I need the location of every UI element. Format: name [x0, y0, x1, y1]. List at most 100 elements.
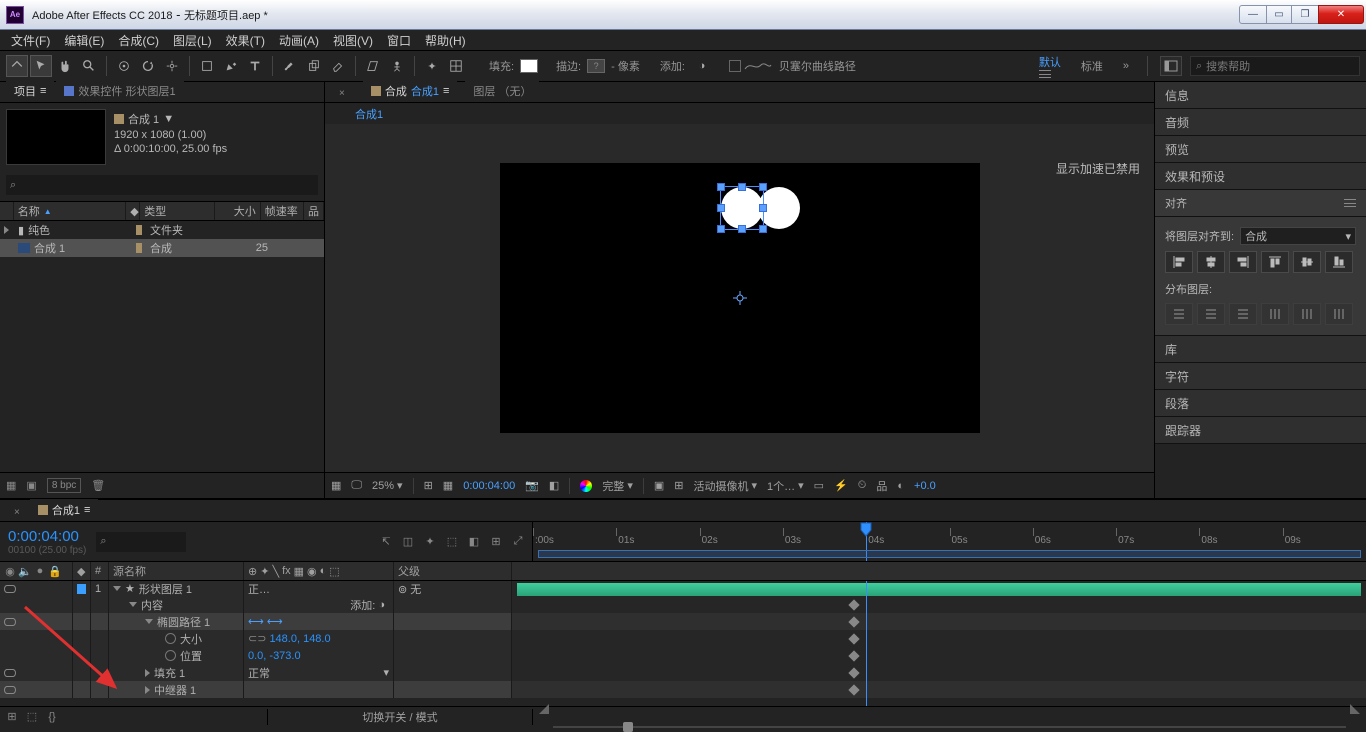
resolution-dropdown[interactable]: 完整 ▾ [602, 478, 633, 494]
menu-view[interactable]: 视图(V) [326, 29, 380, 52]
timeline-timecode[interactable]: 0:00:04:00 [8, 528, 86, 545]
puppet-tool-icon[interactable] [386, 55, 408, 77]
grid-icon[interactable]: ⊞ [674, 479, 683, 492]
work-area-bar[interactable] [538, 550, 1361, 558]
tab-comp-close[interactable]: × [331, 85, 355, 102]
workspace-standard[interactable]: 标准 [1075, 56, 1109, 76]
close-button[interactable]: ✕ [1318, 5, 1364, 24]
timeline-search[interactable]: ⌕ [96, 532, 186, 552]
tl-shy-icon[interactable]: ↸ [380, 536, 392, 548]
panel-preview[interactable]: 预览 [1155, 136, 1366, 163]
handle-ne[interactable] [759, 183, 767, 191]
views-dropdown[interactable]: 1个… ▾ [767, 478, 804, 494]
project-search[interactable]: ⌕ [6, 175, 318, 195]
show-snapshot-icon[interactable]: ◧ [549, 479, 559, 492]
menu-edit[interactable]: 编辑(E) [57, 29, 111, 52]
pixel-aspect-icon[interactable]: ▭ [814, 479, 824, 492]
comp-breadcrumb[interactable]: 合成1 [355, 106, 383, 122]
exposure-value[interactable]: +0.0 [914, 480, 936, 492]
handle-s[interactable] [738, 225, 746, 233]
new-comp-icon[interactable]: ▣ [26, 479, 36, 492]
timeline-row-position[interactable]: 位置 0.0, -373.0 [0, 647, 1366, 664]
maximize-button[interactable]: ▭ [1266, 5, 1292, 24]
timeline-row-ellipse-path[interactable]: 椭圆路径 1 ⟷ ⟷ [0, 613, 1366, 630]
orbit-tool-icon[interactable] [113, 55, 135, 77]
tl-expand-icon[interactable]: ⤢ [512, 536, 524, 548]
help-search[interactable]: ⌕ 搜索帮助 [1190, 56, 1360, 76]
timeline-icon[interactable]: ⏲ [858, 479, 867, 492]
bezier-checkbox[interactable] [729, 60, 741, 72]
roto-tool-icon[interactable] [362, 55, 384, 77]
restore-button[interactable]: ❐ [1291, 5, 1319, 24]
align-right-icon[interactable] [1229, 251, 1257, 273]
menu-help[interactable]: 帮助(H) [418, 29, 473, 52]
timeline-row-contents[interactable]: 内容 添加: ◑ [0, 596, 1366, 613]
tab-layer-none[interactable]: 图层 （无） [465, 80, 539, 102]
selection-tool-icon[interactable] [30, 55, 52, 77]
minimize-button[interactable]: — [1239, 5, 1267, 24]
tab-timeline-comp[interactable]: 合成1 ≡ [30, 499, 99, 521]
local-axis-icon[interactable]: ✦ [421, 55, 443, 77]
eye-icon[interactable] [4, 669, 16, 677]
tl-frame-blend-icon[interactable]: ◫ [402, 536, 414, 548]
bpc-toggle[interactable]: 8 bpc [47, 478, 81, 493]
toggle-in-out-icon[interactable]: {} [46, 711, 58, 723]
safe-zones-icon[interactable]: ⊞ [424, 479, 433, 492]
trash-icon[interactable]: 🗑 [91, 479, 105, 492]
timeline-body[interactable]: 1 ★ 形状图层 1 正… ⊚ 无 内容 添加: ◑ 椭圆路径 1 ⟷ ⟷ [0, 581, 1366, 706]
panel-character[interactable]: 字符 [1155, 363, 1366, 390]
tl-motion-blur-icon[interactable]: ✦ [424, 536, 436, 548]
tl-draft3d-icon[interactable]: ◧ [468, 536, 480, 548]
align-left-icon[interactable] [1165, 251, 1193, 273]
handle-se[interactable] [759, 225, 767, 233]
composition-canvas[interactable] [500, 163, 980, 433]
tl-switches-icon[interactable]: ⊞ [490, 536, 502, 548]
stopwatch-icon[interactable] [165, 633, 176, 644]
snap-icon[interactable] [445, 55, 467, 77]
toggle-modes-icon[interactable]: ⬚ [26, 711, 38, 723]
menu-animation[interactable]: 动画(A) [272, 29, 326, 52]
panel-audio[interactable]: 音频 [1155, 109, 1366, 136]
flowchart2-icon[interactable]: 品 [876, 478, 887, 494]
shape-tool-icon[interactable] [196, 55, 218, 77]
panel-toggle-icon[interactable] [1160, 56, 1182, 76]
panel-paragraph[interactable]: 段落 [1155, 390, 1366, 417]
tab-effect-controls[interactable]: 效果控件 形状图层1 [56, 80, 183, 102]
tab-project[interactable]: 项目 ≡ [6, 80, 54, 102]
menu-file[interactable]: 文件(F) [4, 29, 57, 52]
col-solo-icon[interactable]: ● [34, 565, 46, 577]
timeline-row-repeater[interactable]: 中继器 1 [0, 681, 1366, 698]
text-tool-icon[interactable] [244, 55, 266, 77]
fast-preview-icon[interactable]: ⚡ [834, 479, 848, 492]
channel-icon[interactable] [580, 480, 592, 492]
fill-swatch[interactable] [520, 59, 538, 73]
panel-info[interactable]: 信息 [1155, 82, 1366, 109]
roi-icon[interactable]: ▣ [654, 479, 664, 492]
align-bottom-icon[interactable] [1325, 251, 1353, 273]
stroke-swatch[interactable]: ? [587, 59, 605, 73]
reset-exposure-icon[interactable]: ◐ [897, 480, 904, 492]
home-tool-icon[interactable] [6, 55, 28, 77]
menu-effect[interactable]: 效果(T) [219, 29, 272, 52]
tab-comp[interactable]: 合成 合成1 ≡ [363, 80, 458, 102]
camera-dropdown[interactable]: 活动摄像机 ▾ [693, 478, 757, 494]
align-vcenter-icon[interactable] [1293, 251, 1321, 273]
timeline-layer-row[interactable]: 1 ★ 形状图层 1 正… ⊚ 无 [0, 581, 1366, 596]
layer-duration-bar[interactable] [517, 583, 1361, 596]
handle-n[interactable] [738, 183, 746, 191]
align-top-icon[interactable] [1261, 251, 1289, 273]
workspace-more[interactable]: » [1117, 58, 1135, 74]
eye-icon[interactable] [4, 618, 16, 626]
col-lock-icon[interactable]: 🔒 [49, 565, 61, 577]
mask-toggle-icon[interactable]: ▦ [331, 479, 341, 492]
flowchart-icon[interactable]: 品 [308, 203, 319, 219]
project-row-folder[interactable]: ▮纯色 文件夹 [0, 221, 324, 239]
brush-tool-icon[interactable] [279, 55, 301, 77]
interpret-icon[interactable]: ▦ [6, 479, 16, 492]
project-row-comp[interactable]: 合成 1 合成 25 [0, 239, 324, 257]
pen-tool-icon[interactable] [220, 55, 242, 77]
panel-align-header[interactable]: 对齐 [1155, 190, 1366, 217]
eraser-tool-icon[interactable] [327, 55, 349, 77]
col-audio-icon[interactable]: 🔈 [19, 565, 31, 577]
workspace-default[interactable]: 默认 [1033, 52, 1067, 80]
